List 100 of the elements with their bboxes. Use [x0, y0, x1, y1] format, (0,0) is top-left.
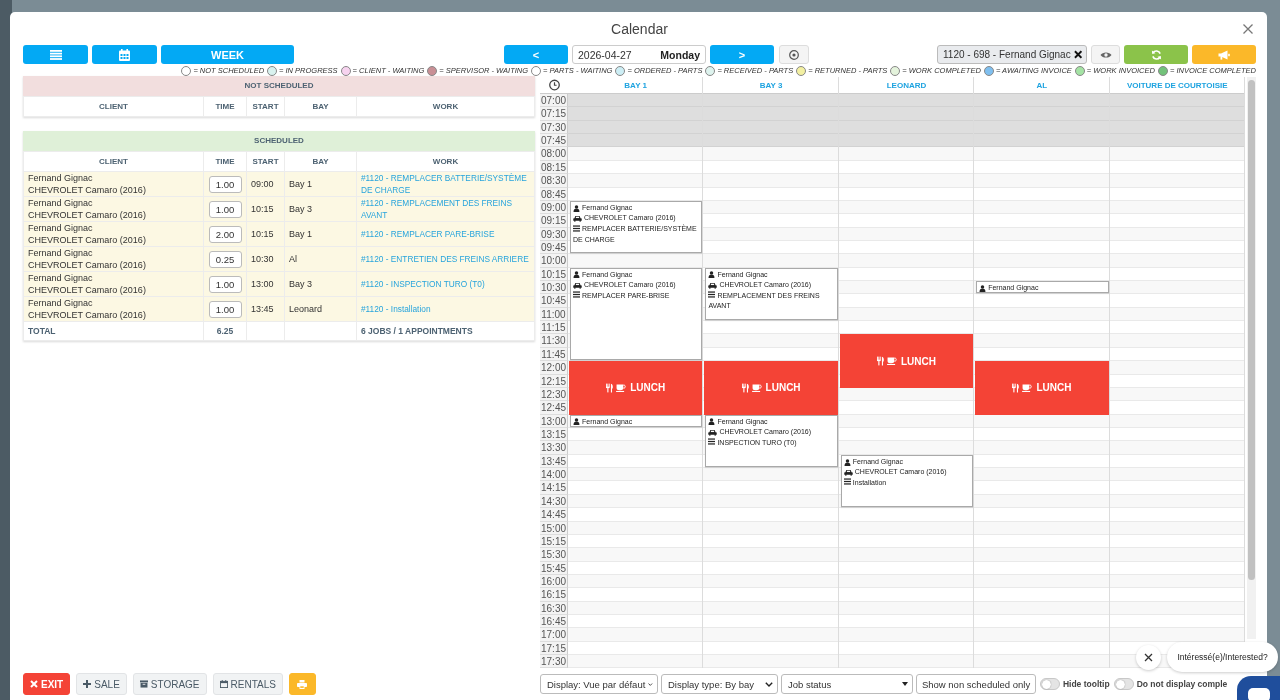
time-label: 11:15 [540, 321, 568, 335]
user-icon [573, 418, 580, 426]
date-field[interactable]: 2026-04-27 Monday [572, 45, 706, 64]
cutlery-icon [606, 382, 614, 393]
hours-field[interactable]: 1.00 [208, 175, 242, 193]
vehicle-name: CHEVROLET Camaro (2016) [28, 234, 147, 246]
list-view-button[interactable] [23, 45, 88, 64]
clock-icon [548, 79, 560, 91]
time-label: 17:30 [540, 655, 568, 669]
chevron-down-icon [764, 681, 773, 687]
print-button[interactable] [288, 673, 316, 695]
section-header: NOT SCHEDULED [23, 76, 535, 96]
car-icon [573, 215, 582, 223]
user-icon [708, 418, 716, 426]
time-label: 14:45 [540, 508, 568, 522]
dropdown-select[interactable]: Display type: By bay [660, 674, 778, 694]
bars-icon [573, 224, 580, 232]
column-header: TIME [203, 96, 247, 117]
cutlery-icon [1012, 382, 1020, 393]
chat-prompt-toast[interactable]: Intéressé(e)/Interested? [1167, 642, 1278, 672]
client-select[interactable]: 1120 - 698 - Fernand Gignac [937, 45, 1087, 64]
time-label: 07:00 [540, 94, 568, 108]
chat-button[interactable] [1237, 676, 1280, 700]
time-label: 14:00 [540, 468, 568, 482]
close-icon [30, 680, 38, 688]
car-icon [708, 282, 718, 290]
column-header: BAY [284, 96, 357, 117]
column-header: TIME [203, 151, 247, 172]
plus-icon [83, 680, 92, 688]
cup-icon [1022, 383, 1033, 392]
exit-button[interactable]: EXIT [23, 673, 71, 695]
hours-field[interactable]: 2.00 [208, 225, 242, 243]
start-time: 13:45 [251, 304, 274, 314]
vehicle-name: CHEVROLET Camaro (2016) [28, 284, 147, 296]
lunch-label: LUNCH [1036, 382, 1072, 394]
circle-dot-icon [789, 49, 799, 60]
dropdown-select[interactable]: Job status [780, 674, 913, 694]
storage-button[interactable]: STORAGE [132, 673, 207, 695]
dropdown-select[interactable]: Show non scheduled only [915, 674, 1036, 694]
vehicle-name: CHEVROLET Camaro (2016) [28, 209, 147, 221]
bay-name: Bay 3 [289, 279, 312, 289]
lunch-block[interactable]: LUNCH [975, 361, 1109, 415]
time-label: 08:30 [540, 174, 568, 188]
vehicle-name: CHEVROLET Camaro (2016) [28, 259, 147, 271]
time-label: 11:30 [540, 334, 568, 348]
today-button[interactable] [779, 45, 809, 64]
bay-name: Bay 1 [289, 229, 312, 239]
time-label: 07:45 [540, 134, 568, 148]
time-label: 17:00 [540, 628, 568, 642]
dropdown-select[interactable]: Display: Vue par défaut [539, 674, 658, 694]
client-name: Fernand Gignac [28, 297, 94, 309]
lunch-label: LUNCH [630, 382, 666, 394]
car-icon [843, 469, 853, 477]
toggle-label: Do not display comple [1136, 679, 1228, 689]
announce-button[interactable] [1192, 45, 1256, 64]
hours-field[interactable]: 1.00 [208, 275, 242, 293]
chevron-down-icon [648, 681, 653, 687]
lunch-block[interactable]: LUNCH [569, 361, 703, 415]
preview-button[interactable] [1091, 45, 1120, 64]
hours-field[interactable]: 0.25 [208, 250, 242, 268]
time-label: 08:00 [540, 147, 568, 161]
lunch-label: LUNCH [765, 382, 801, 394]
bars-icon [708, 291, 716, 299]
bay-name: Al [289, 254, 297, 264]
hours-field[interactable]: 1.00 [208, 300, 242, 318]
user-icon [573, 204, 580, 212]
clear-icon[interactable] [1073, 50, 1082, 59]
calendar-view-button[interactable] [92, 45, 157, 64]
rentals-button[interactable]: RENTALS [212, 673, 283, 695]
start-time: 10:15 [251, 204, 274, 214]
lunch-block[interactable]: LUNCH [839, 334, 974, 388]
speech-bubble-icon [1247, 688, 1270, 700]
car-icon [708, 429, 718, 436]
hours-field[interactable]: 1.00 [208, 200, 242, 218]
start-time: 10:15 [251, 229, 274, 239]
client-name: Fernand Gignac [28, 172, 94, 184]
sale-button[interactable]: SALE [76, 673, 127, 695]
time-label: 15:30 [540, 548, 568, 562]
close-icon[interactable] [1243, 23, 1253, 34]
start-time: 13:00 [251, 279, 274, 289]
lunch-block[interactable]: LUNCH [704, 361, 838, 415]
total-hours: 6.25 [216, 326, 234, 336]
bay-name: Bay 3 [289, 204, 312, 214]
scrollbar[interactable] [1247, 77, 1256, 639]
time-label: 10:45 [540, 294, 568, 308]
cutlery-icon [741, 382, 749, 393]
cup-icon [616, 383, 627, 392]
column-header: WORK [356, 151, 535, 172]
time-label: 16:15 [540, 588, 568, 602]
column-header: BAY [284, 151, 357, 172]
scrollbar-thumb[interactable] [1248, 80, 1255, 580]
bay-name: Leonard [289, 304, 323, 314]
bay-name: Bay 1 [289, 179, 312, 189]
dialog-title: Calendar [611, 20, 668, 37]
toggle-switch[interactable] [1039, 678, 1060, 690]
toggle-switch[interactable] [1113, 678, 1134, 690]
user-icon [979, 284, 987, 292]
vehicle-name: CHEVROLET Camaro (2016) [28, 309, 147, 321]
lunch-label: LUNCH [901, 355, 936, 367]
caret-down-icon [901, 682, 908, 686]
